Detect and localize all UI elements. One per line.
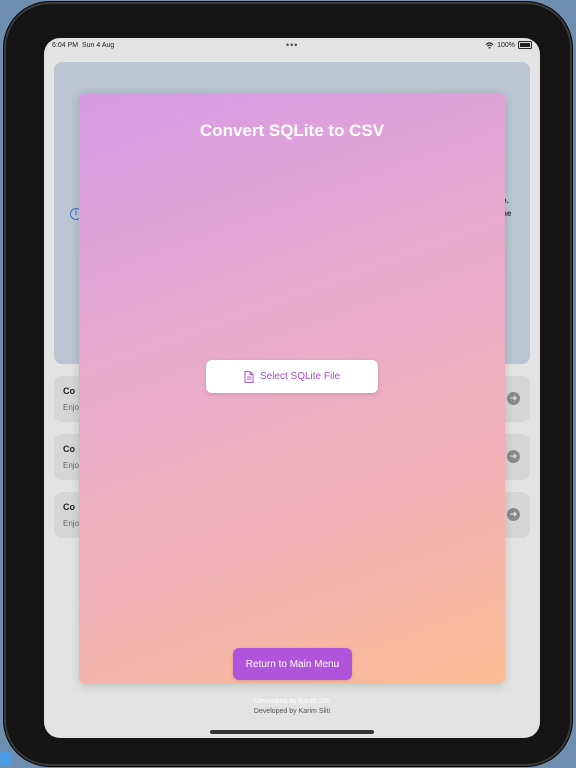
arrow-right-circle-icon: ➜ [507,508,520,521]
arrow-right-circle-icon: ➜ [507,392,520,405]
document-icon [244,370,254,383]
list-item-title: Co [63,502,75,512]
list-item-title: Co [63,386,75,396]
screen: 6:04 PM Sun 4 Aug ••• 100% i e. ne Co En… [44,38,540,738]
status-bar: 6:04 PM Sun 4 Aug ••• 100% [44,38,540,54]
convert-sheet: Convert SQLite to CSV Select SQLite File… [79,93,505,705]
select-sqlite-file-button[interactable]: Select SQLite File [206,360,378,393]
arrow-right-circle-icon: ➜ [507,450,520,463]
status-time: 6:04 PM [52,42,79,49]
list-item-subtitle: Enjo [63,403,80,412]
multitask-dots[interactable]: ••• [286,40,298,50]
sheet-title: Convert SQLite to CSV [199,121,385,140]
home-indicator[interactable] [210,730,374,734]
list-item-title: Co [63,444,75,454]
status-right: 100% [485,41,532,49]
background-footer-credit: Developed by Karim Sliti [253,708,331,715]
battery-icon [518,41,532,49]
dock-app-fragment [0,752,12,766]
select-button-label: Select SQLite File [259,371,341,382]
status-time-date: 6:04 PM Sun 4 Aug [52,42,114,49]
sheet-credit: Developed by Karim Sliti [253,698,331,705]
list-item-subtitle: Enjo [63,461,80,470]
return-to-main-menu-button[interactable]: Return to Main Menu [233,648,352,680]
battery-percent: 100% [497,41,515,49]
status-date: Sun 4 Aug [81,42,115,49]
wifi-icon [485,41,494,49]
list-item-subtitle: Enjo [63,519,80,528]
ipad-frame: 6:04 PM Sun 4 Aug ••• 100% i e. ne Co En… [4,2,572,766]
